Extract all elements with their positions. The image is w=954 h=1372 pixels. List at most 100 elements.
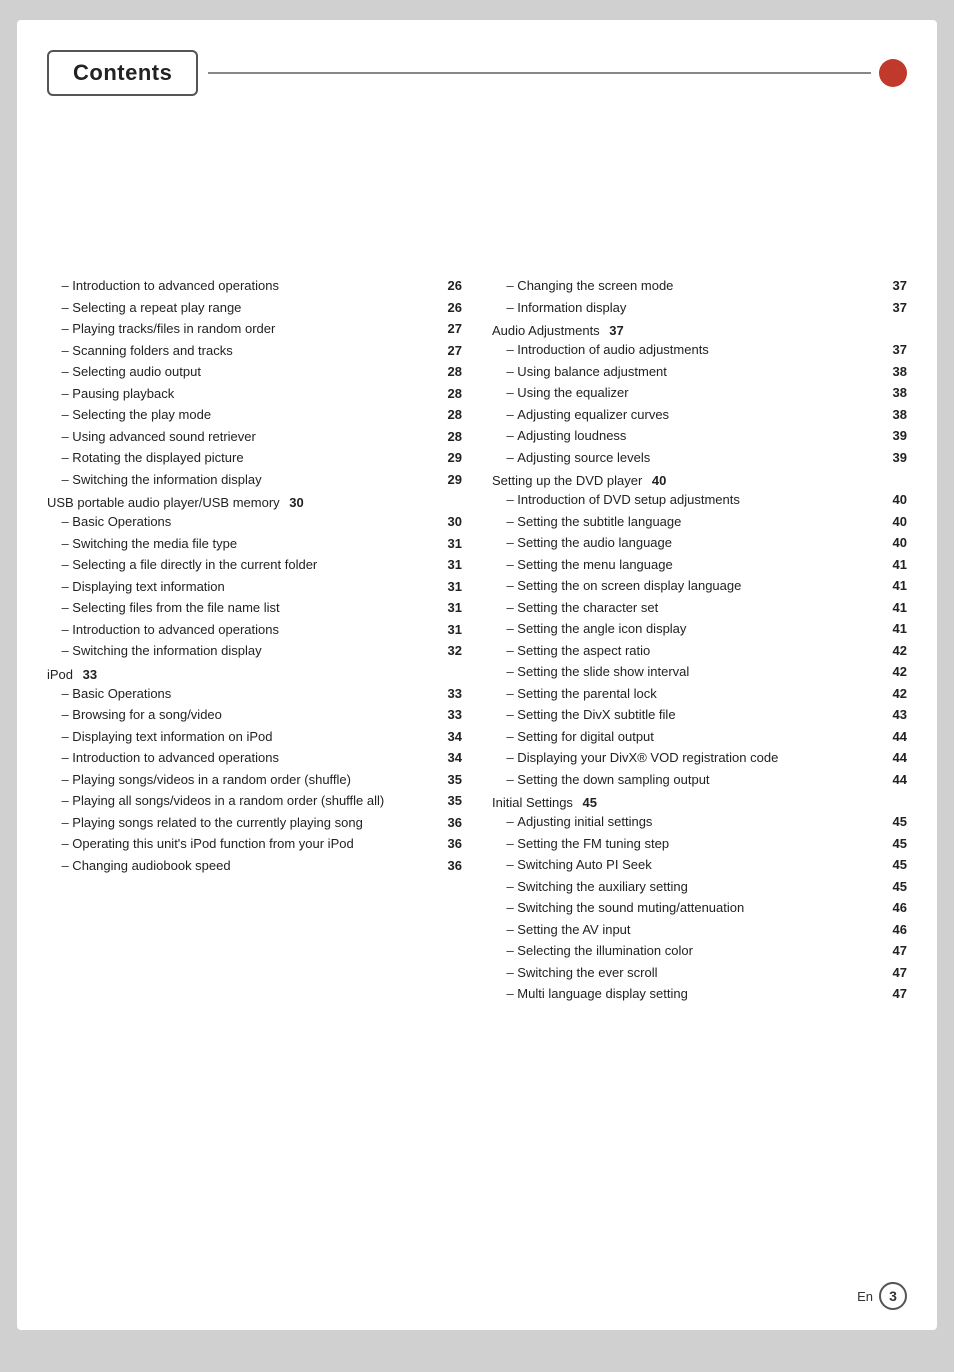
toc-dash: – bbox=[47, 319, 69, 339]
toc-dash: – bbox=[492, 598, 514, 618]
toc-dash: – bbox=[492, 898, 514, 918]
section-num: 33 bbox=[79, 667, 97, 682]
section-num: 40 bbox=[648, 473, 666, 488]
toc-dash: – bbox=[492, 298, 514, 318]
toc-item: – Selecting files from the file name lis… bbox=[47, 598, 462, 618]
toc-item: – Using balance adjustment 38 bbox=[492, 362, 907, 382]
toc-dash: – bbox=[492, 684, 514, 704]
toc-dash: – bbox=[47, 276, 69, 296]
toc-dash: – bbox=[492, 426, 514, 446]
toc-label: Selecting the play mode bbox=[69, 405, 438, 425]
toc-label: Changing audiobook speed bbox=[69, 856, 438, 876]
toc-dash: – bbox=[47, 555, 69, 575]
toc-item: – Setting for digital output 44 bbox=[492, 727, 907, 747]
toc-dash: – bbox=[492, 619, 514, 639]
toc-label: Switching the information display bbox=[69, 470, 438, 490]
toc-item: – Adjusting loudness 39 bbox=[492, 426, 907, 446]
toc-label: Selecting files from the file name list bbox=[69, 598, 438, 618]
toc-item: – Setting the on screen display language… bbox=[492, 576, 907, 596]
toc-num: 38 bbox=[889, 383, 907, 403]
toc-num: 28 bbox=[444, 384, 462, 404]
toc-dash: – bbox=[492, 705, 514, 725]
toc-dash: – bbox=[492, 383, 514, 403]
toc-label: Switching the media file type bbox=[69, 534, 438, 554]
toc-dash: – bbox=[492, 920, 514, 940]
page: Contents – Introduction to advanced oper… bbox=[17, 20, 937, 1330]
toc-num: 36 bbox=[444, 856, 462, 876]
toc-item: – Switching the information display 32 bbox=[47, 641, 462, 661]
toc-label: Playing tracks/files in random order bbox=[69, 319, 438, 339]
toc-num: 46 bbox=[889, 920, 907, 940]
toc-label: Pausing playback bbox=[69, 384, 438, 404]
toc-num: 33 bbox=[444, 705, 462, 725]
toc-dash: – bbox=[492, 727, 514, 747]
toc-num: 42 bbox=[889, 662, 907, 682]
section-num: 37 bbox=[606, 323, 624, 338]
toc-item: – Introduction to advanced operations 26 bbox=[47, 276, 462, 296]
toc-item: – Introduction of audio adjustments 37 bbox=[492, 340, 907, 360]
toc-label: Scanning folders and tracks bbox=[69, 341, 438, 361]
header-circle bbox=[879, 59, 907, 87]
toc-label: Introduction to advanced operations bbox=[69, 276, 438, 296]
toc-item: – Selecting a repeat play range 26 bbox=[47, 298, 462, 318]
toc-num: 39 bbox=[889, 448, 907, 468]
toc-num: 29 bbox=[444, 470, 462, 490]
toc-dash: – bbox=[492, 405, 514, 425]
right-column: – Changing the screen mode 37 – Informat… bbox=[492, 276, 907, 1006]
toc-dash: – bbox=[492, 490, 514, 510]
toc-num: 27 bbox=[444, 319, 462, 339]
section-label: Setting up the DVD player bbox=[492, 473, 642, 488]
toc-label: Setting the DivX subtitle file bbox=[514, 705, 883, 725]
toc-item: – Setting the aspect ratio 42 bbox=[492, 641, 907, 661]
toc-item: – Adjusting equalizer curves 38 bbox=[492, 405, 907, 425]
toc-label: Setting the menu language bbox=[514, 555, 883, 575]
toc-num: 47 bbox=[889, 941, 907, 961]
toc-dash: – bbox=[47, 813, 69, 833]
section-header: USB portable audio player/USB memory 30 bbox=[47, 495, 462, 510]
toc-label: Introduction of DVD setup adjustments bbox=[514, 490, 883, 510]
toc-label: Adjusting initial settings bbox=[514, 812, 883, 832]
toc-item: – Displaying text information on iPod 34 bbox=[47, 727, 462, 747]
toc-item: – Setting the subtitle language 40 bbox=[492, 512, 907, 532]
header-line bbox=[208, 72, 871, 74]
toc-label: Selecting the illumination color bbox=[514, 941, 883, 961]
toc-num: 29 bbox=[444, 448, 462, 468]
toc-item: – Scanning folders and tracks 27 bbox=[47, 341, 462, 361]
toc-label: Setting the audio language bbox=[514, 533, 883, 553]
toc-label: Setting the parental lock bbox=[514, 684, 883, 704]
toc-item: – Basic Operations 30 bbox=[47, 512, 462, 532]
toc-num: 37 bbox=[889, 298, 907, 318]
toc-num: 31 bbox=[444, 534, 462, 554]
section-label: USB portable audio player/USB memory bbox=[47, 495, 280, 510]
section-label: Audio Adjustments bbox=[492, 323, 600, 338]
content-columns: – Introduction to advanced operations 26… bbox=[47, 276, 907, 1006]
toc-item: – Introduction of DVD setup adjustments … bbox=[492, 490, 907, 510]
toc-label: Switching the ever scroll bbox=[514, 963, 883, 983]
footer: En 3 bbox=[857, 1282, 907, 1310]
toc-num: 41 bbox=[889, 619, 907, 639]
toc-item: – Displaying text information 31 bbox=[47, 577, 462, 597]
toc-dash: – bbox=[492, 748, 514, 768]
toc-num: 44 bbox=[889, 748, 907, 768]
toc-label: Selecting audio output bbox=[69, 362, 438, 382]
toc-item: – Using advanced sound retriever 28 bbox=[47, 427, 462, 447]
toc-label: Displaying text information bbox=[69, 577, 438, 597]
toc-num: 42 bbox=[889, 684, 907, 704]
toc-dash: – bbox=[492, 963, 514, 983]
toc-dash: – bbox=[47, 834, 69, 854]
toc-label: Setting for digital output bbox=[514, 727, 883, 747]
toc-dash: – bbox=[492, 362, 514, 382]
toc-num: 27 bbox=[444, 341, 462, 361]
toc-label: Rotating the displayed picture bbox=[69, 448, 438, 468]
toc-num: 31 bbox=[444, 577, 462, 597]
toc-num: 33 bbox=[444, 684, 462, 704]
section-label: iPod bbox=[47, 667, 73, 682]
toc-label: Using the equalizer bbox=[514, 383, 883, 403]
toc-num: 38 bbox=[889, 362, 907, 382]
toc-dash: – bbox=[47, 384, 69, 404]
section-header: Initial Settings 45 bbox=[492, 795, 907, 810]
toc-item: – Switching Auto PI Seek 45 bbox=[492, 855, 907, 875]
toc-item: – Adjusting initial settings 45 bbox=[492, 812, 907, 832]
toc-item: – Adjusting source levels 39 bbox=[492, 448, 907, 468]
toc-dash: – bbox=[47, 770, 69, 790]
